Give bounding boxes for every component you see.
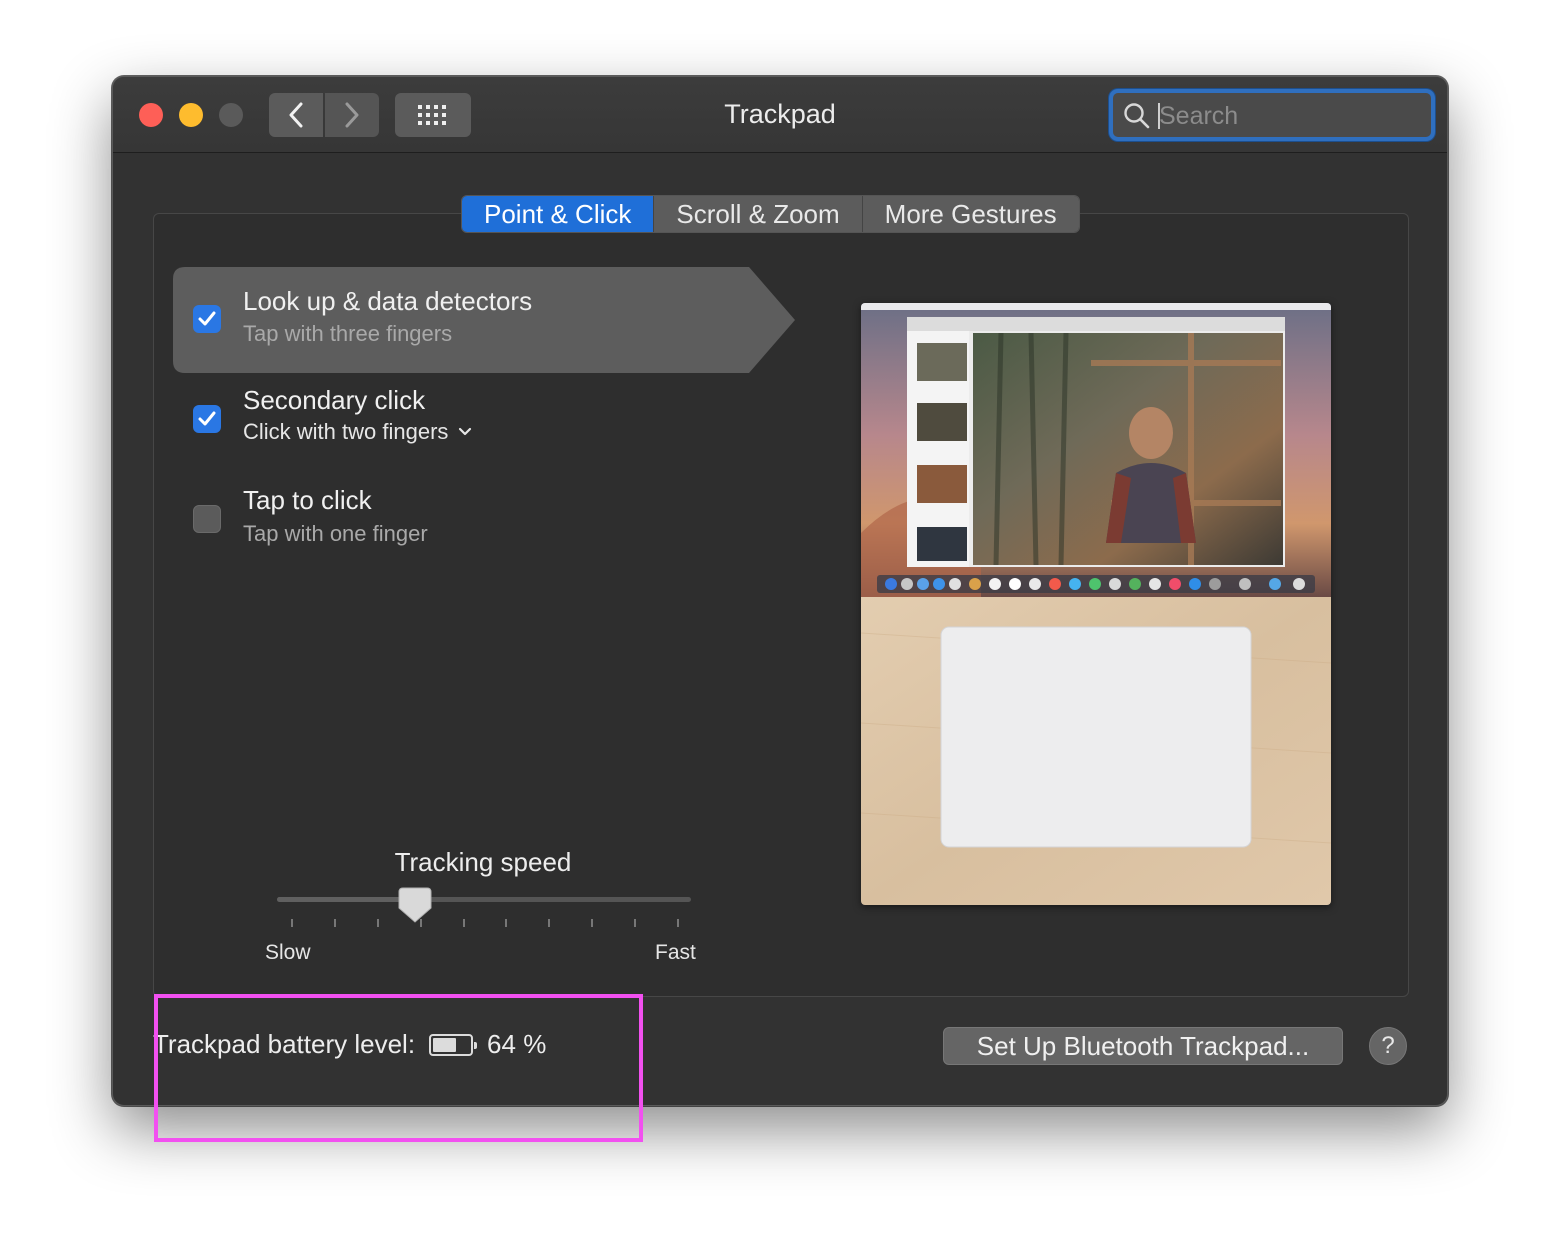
search-field[interactable] [1109,89,1435,141]
slider-tick [548,919,551,927]
tab-more-gestures[interactable]: More Gestures [862,196,1079,232]
set-up-bluetooth-trackpad-button[interactable]: Set Up Bluetooth Trackpad... [943,1027,1343,1065]
look-up-title: Look up & data detectors [243,286,533,316]
title-bar: Trackpad [113,77,1447,153]
slider-tick [505,919,508,927]
secondary-click-popup[interactable]: Click with two fingers [243,419,472,445]
checkmark-icon [198,411,216,426]
slider-thumb[interactable] [398,887,432,923]
slider-tick [333,919,336,927]
secondary-click-title: Secondary click [243,385,426,415]
tab-scroll-zoom[interactable]: Scroll & Zoom [654,196,863,232]
slider-tick [462,919,465,927]
search-input[interactable] [1159,99,1419,133]
gesture-preview-illustration [861,303,1331,905]
tracking-speed-slider[interactable] [277,897,691,902]
look-up-subtitle: Tap with three fingers [243,321,453,346]
gesture-preview-video [861,303,1331,905]
help-button[interactable]: ? [1369,1027,1407,1065]
slider-max-label: Fast [655,941,696,964]
slider-tick [591,919,594,927]
tab-point-click[interactable]: Point & Click [462,196,655,232]
slider-tick [291,919,293,927]
preferences-window: Trackpad Point & Click Scroll & Zoom Mor… [112,76,1448,1106]
slider-tick [634,919,637,927]
tab-bar: Point & Click Scroll & Zoom More Gesture… [461,195,1080,233]
tap-to-click-title: Tap to click [243,485,372,515]
slider-min-label: Slow [265,941,311,964]
tracking-speed-title: Tracking speed [394,847,572,877]
look-up-checkbox[interactable] [193,305,221,333]
slider-tick [677,919,679,927]
magnifier-icon [1124,103,1150,129]
checkmark-icon [198,311,216,326]
slider-tick [376,919,379,927]
secondary-click-subtitle: Click with two fingers [243,419,449,444]
annotation-highlight-box [154,994,643,1142]
secondary-click-checkbox[interactable] [193,405,221,433]
tap-to-click-checkbox[interactable] [193,505,221,533]
slider-fill [277,897,415,902]
selected-option-highlight [173,267,795,373]
chevron-down-icon [459,427,472,436]
tap-to-click-subtitle: Tap with one finger [243,521,428,546]
